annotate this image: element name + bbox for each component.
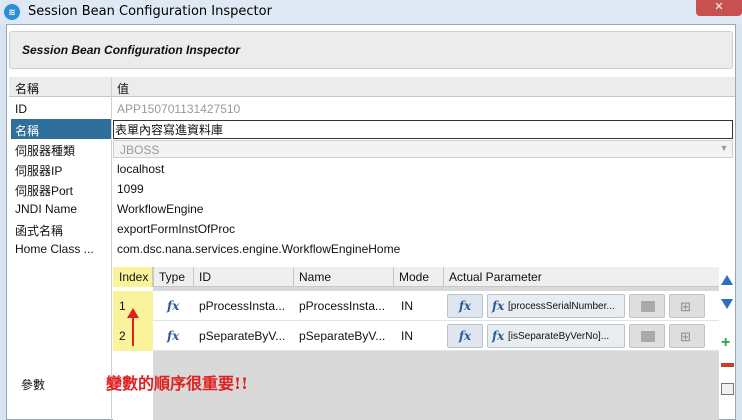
title-bar: ≋ Session Bean Configuration Inspector ✕: [0, 0, 742, 24]
column-value-header: 值: [117, 82, 130, 96]
header-separator: [443, 267, 444, 287]
function-button[interactable]: fx: [447, 324, 483, 348]
parameter-row[interactable]: 2 fx pSeparateByV... pSeparateByV... IN …: [113, 321, 719, 351]
parameter-id: pSeparateByV...: [199, 329, 286, 343]
header-separator: [153, 267, 154, 287]
property-value: 表單內容寫進資料庫: [115, 123, 224, 137]
parameters-label: 參數: [21, 378, 46, 392]
parameter-name: pProcessInsta...: [299, 299, 386, 313]
property-key: 伺服器IP: [15, 164, 63, 178]
window-title: Session Bean Configuration Inspector: [28, 4, 272, 19]
mode-header: Mode: [399, 270, 430, 284]
property-value: APP150701131427510: [117, 102, 241, 116]
move-up-icon[interactable]: [721, 275, 733, 285]
grid-header: 名稱 值: [9, 77, 735, 97]
add-mapping-icon: ⊞: [680, 299, 691, 314]
property-row-function-name[interactable]: 函式名稱 exportFormInstOfProc: [9, 219, 735, 239]
type-header: Type: [159, 270, 186, 284]
id-header: ID: [199, 270, 211, 284]
add-mapping-icon: ⊞: [680, 329, 691, 344]
property-row-server-ip[interactable]: 伺服器IP localhost: [9, 159, 735, 179]
function-button[interactable]: fx: [447, 294, 483, 318]
header-separator: [393, 267, 394, 287]
browse-folder-button[interactable]: [629, 324, 665, 348]
property-key: ID: [15, 102, 27, 116]
property-value: localhost: [117, 162, 165, 176]
folder-icon: [641, 331, 655, 342]
server-type-select[interactable]: JBOSS ▼: [113, 140, 733, 158]
actual-parameter-field[interactable]: fx [isSeparateByVerNo]...: [487, 324, 625, 348]
name-header: Name: [299, 270, 332, 284]
add-mapping-button[interactable]: ⊞: [669, 324, 705, 348]
function-type-icon: fx: [167, 299, 180, 313]
property-key: Home Class ...: [15, 242, 94, 256]
property-row-server-port[interactable]: 伺服器Port 1099: [9, 179, 735, 199]
property-key: JNDI Name: [15, 202, 78, 216]
property-row-id[interactable]: ID APP150701131427510: [9, 99, 735, 119]
property-value: com.dsc.nana.services.engine.WorkflowEng…: [117, 242, 401, 256]
header-separator: [293, 267, 294, 287]
property-grid: 名稱 值 ID APP150701131427510 名稱 表單內容寫進資料庫 …: [9, 77, 735, 420]
function-icon: fx: [492, 299, 505, 313]
header-separator: [193, 267, 194, 287]
annotation-text: 變數的順序很重要!!: [106, 374, 249, 393]
parameter-mode: IN: [401, 329, 413, 343]
inspector-window: Session Bean Configuration Inspector 名稱 …: [6, 24, 736, 420]
column-name-header: 名稱: [15, 82, 40, 96]
index-header: Index: [119, 270, 149, 284]
actual-parameter-field[interactable]: fx [processSerialNumber...: [487, 294, 625, 318]
parameter-mode: IN: [401, 299, 413, 313]
edit-icon[interactable]: [721, 383, 734, 395]
parameter-row[interactable]: 1 fx pProcessInsta... pProcessInsta... I…: [113, 291, 719, 321]
property-key: 函式名稱: [15, 224, 64, 238]
annotation-arrow: [132, 316, 134, 346]
chevron-down-icon: ▼: [719, 143, 729, 153]
property-value: WorkflowEngine: [117, 202, 204, 216]
move-down-icon[interactable]: [721, 299, 733, 309]
remove-icon[interactable]: [721, 363, 734, 367]
header-title: Session Bean Configuration Inspector: [22, 43, 241, 57]
property-row-home-class[interactable]: Home Class ... com.dsc.nana.services.eng…: [9, 239, 735, 259]
server-type-value: JBOSS: [120, 143, 160, 157]
property-row-server-type[interactable]: 伺服器種類 JBOSS ▼: [9, 139, 735, 159]
function-type-icon: fx: [167, 329, 180, 343]
parameter-name: pSeparateByV...: [299, 329, 386, 343]
parameters-table: Index Type ID Name Mode Actual Parameter…: [113, 267, 719, 420]
property-value: 1099: [117, 182, 144, 196]
actual-parameter-value: [processSerialNumber...: [508, 301, 615, 312]
property-row-name[interactable]: 名稱 表單內容寫進資料庫: [9, 119, 735, 139]
browse-folder-button[interactable]: [629, 294, 665, 318]
property-key: 伺服器Port: [15, 184, 74, 198]
app-icon: ≋: [4, 4, 20, 20]
column-divider: [111, 77, 112, 420]
folder-icon: [641, 301, 655, 312]
property-value: exportFormInstOfProc: [117, 222, 236, 236]
function-icon: fx: [492, 329, 505, 343]
actual-parameter-value: [isSeparateByVerNo]...: [508, 331, 610, 342]
close-button[interactable]: ✕: [696, 0, 742, 16]
parameters-header: Index Type ID Name Mode Actual Parameter: [113, 267, 719, 287]
property-key: 伺服器種類: [15, 144, 76, 158]
property-row-jndi-name[interactable]: JNDI Name WorkflowEngine: [9, 199, 735, 219]
add-icon[interactable]: +: [721, 335, 730, 351]
add-mapping-button[interactable]: ⊞: [669, 294, 705, 318]
parameter-id: pProcessInsta...: [199, 299, 286, 313]
parameter-toolbar: +: [721, 267, 735, 420]
actual-parameter-header: Actual Parameter: [449, 270, 542, 284]
property-key: 名稱: [15, 124, 40, 138]
header-panel: Session Bean Configuration Inspector: [9, 31, 733, 69]
